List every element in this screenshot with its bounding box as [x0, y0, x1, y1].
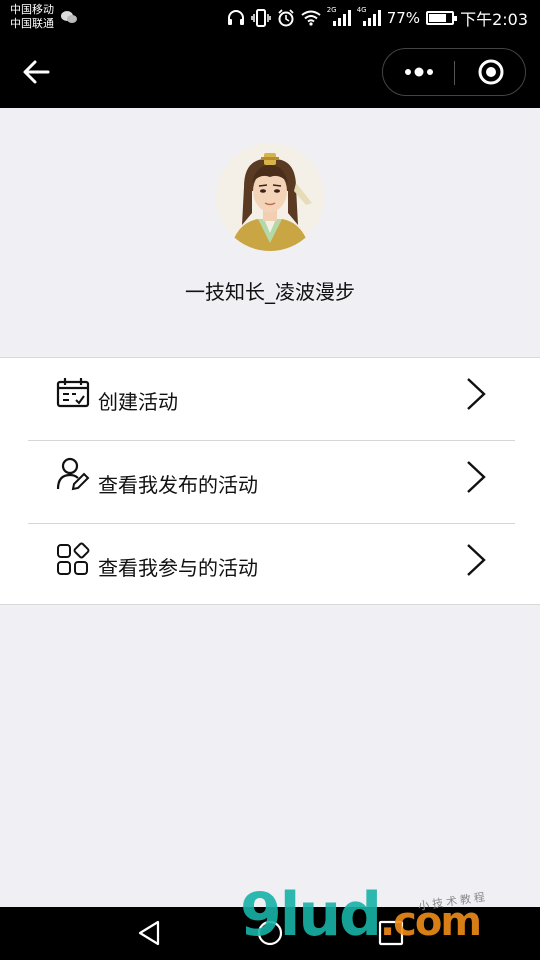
apps-grid-icon — [57, 542, 90, 575]
user-edit-icon — [56, 457, 90, 491]
carrier-1: 中国移动 — [10, 3, 54, 16]
avatar-portrait-icon — [216, 143, 324, 251]
avatar — [216, 143, 324, 251]
wechat-icon — [61, 11, 77, 23]
close-miniprogram-button[interactable] — [455, 49, 525, 95]
status-icons: 2G 4G 77% 下午2:03 — [227, 6, 528, 30]
more-button[interactable] — [383, 49, 454, 95]
watermark-brand: 9lud — [240, 880, 382, 950]
menu-item-label: 创建活动 — [98, 390, 178, 414]
battery-percent: 77% — [386, 9, 421, 27]
menu-item-create-activity[interactable]: 创建活动 — [0, 358, 540, 440]
battery-icon — [426, 11, 458, 25]
back-arrow-icon[interactable] — [20, 56, 52, 88]
vibrate-icon — [250, 9, 271, 27]
chevron-right-icon — [467, 544, 486, 576]
headphones-icon — [227, 10, 244, 25]
miniprogram-capsule — [382, 48, 526, 96]
carrier-2: 中国联通 — [10, 17, 54, 30]
username: 一技知长_凌波漫步 — [185, 280, 355, 304]
chevron-right-icon — [467, 378, 486, 410]
signal-2g-icon: 2G — [327, 6, 351, 27]
clock: 下午2:03 — [460, 10, 528, 29]
more-dots-icon — [405, 67, 433, 77]
menu-item-my-published[interactable]: 查看我发布的活动 — [0, 441, 540, 523]
carrier-info: 中国移动 中国联通 — [10, 3, 54, 31]
wifi-icon — [301, 10, 321, 26]
calendar-icon — [56, 378, 90, 408]
alarm-icon — [278, 9, 294, 27]
system-back-icon[interactable] — [136, 919, 164, 947]
watermark-logo: 9lud.com — [240, 880, 482, 950]
menu-item-my-joined[interactable]: 查看我参与的活动 — [0, 524, 540, 606]
status-bar: 中国移动 中国联通 2G 4G 77% 下午2:03 — [0, 0, 540, 36]
chevron-right-icon — [467, 461, 486, 493]
menu-list: 创建活动 查看我发布的活动 查看我参与的活动 — [0, 357, 540, 605]
target-close-icon — [478, 59, 504, 85]
menu-item-label: 查看我参与的活动 — [98, 556, 258, 580]
nav-bar — [0, 36, 540, 108]
menu-item-label: 查看我发布的活动 — [98, 473, 258, 497]
signal-4g-icon: 4G — [357, 6, 381, 27]
